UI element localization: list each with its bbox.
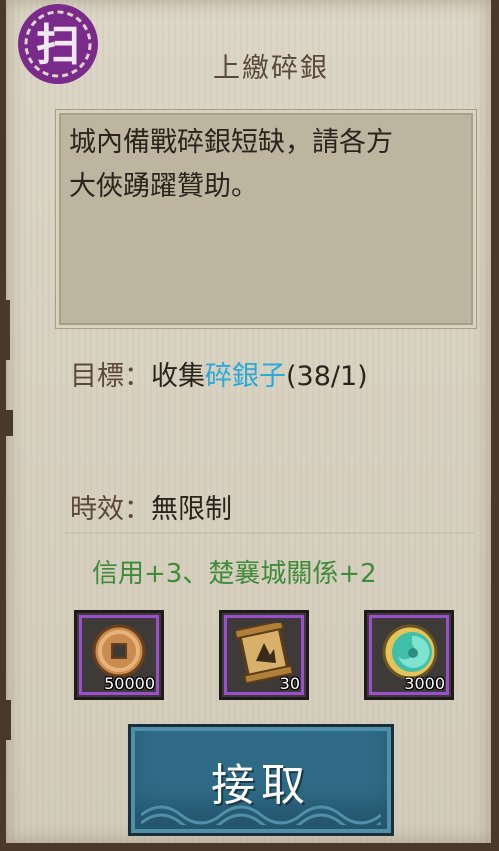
goal-item-link[interactable]: 碎銀子 xyxy=(205,361,286,392)
reputation-reward: 信用+3、楚襄城關係+2 xyxy=(92,559,377,589)
quest-description-box: 城內備戰碎銀短缺，請各方 大俠踴躍贊助。 xyxy=(56,110,476,328)
svg-text:扫: 扫 xyxy=(36,20,80,71)
faction-seal-icon: 扫 xyxy=(8,2,112,94)
edge-crack xyxy=(6,410,13,436)
reward-slot-jade[interactable]: 3000 xyxy=(364,610,454,700)
reward-slot-copper[interactable]: 50000 xyxy=(74,610,164,700)
goal-action: 收集 xyxy=(151,361,205,392)
quest-title: 上繳碎銀 xyxy=(213,53,329,84)
edge-crack xyxy=(6,300,10,360)
accept-quest-button[interactable]: 接取 xyxy=(128,724,394,836)
jade-pendant-icon xyxy=(382,624,438,680)
accept-label: 接取 xyxy=(211,760,311,811)
quest-time-limit: 時效：無限制 xyxy=(70,487,232,526)
edge-crack xyxy=(6,700,11,740)
divider xyxy=(64,532,474,534)
time-limit-value: 無限制 xyxy=(151,494,232,525)
goal-label: 目標： xyxy=(70,361,151,392)
description-line: 大俠踴躍贊助。 xyxy=(69,171,258,202)
time-limit-label: 時效： xyxy=(70,494,151,525)
reward-quantity: 3000 xyxy=(404,674,445,693)
reward-quantity: 50000 xyxy=(104,674,155,693)
copper-coin-icon xyxy=(92,624,146,678)
reward-slot-scroll[interactable]: 30 xyxy=(219,610,309,700)
goal-progress: (38/1) xyxy=(286,361,368,392)
quest-goal: 目標：收集碎銀子(38/1) xyxy=(70,354,368,393)
quest-panel: 扫 上繳碎銀 城內備戰碎銀短缺，請各方 大俠踴躍贊助。 目標：收集碎銀子(38/… xyxy=(0,0,499,851)
reward-quantity: 30 xyxy=(279,674,300,693)
description-line: 城內備戰碎銀短缺，請各方 xyxy=(69,127,393,158)
